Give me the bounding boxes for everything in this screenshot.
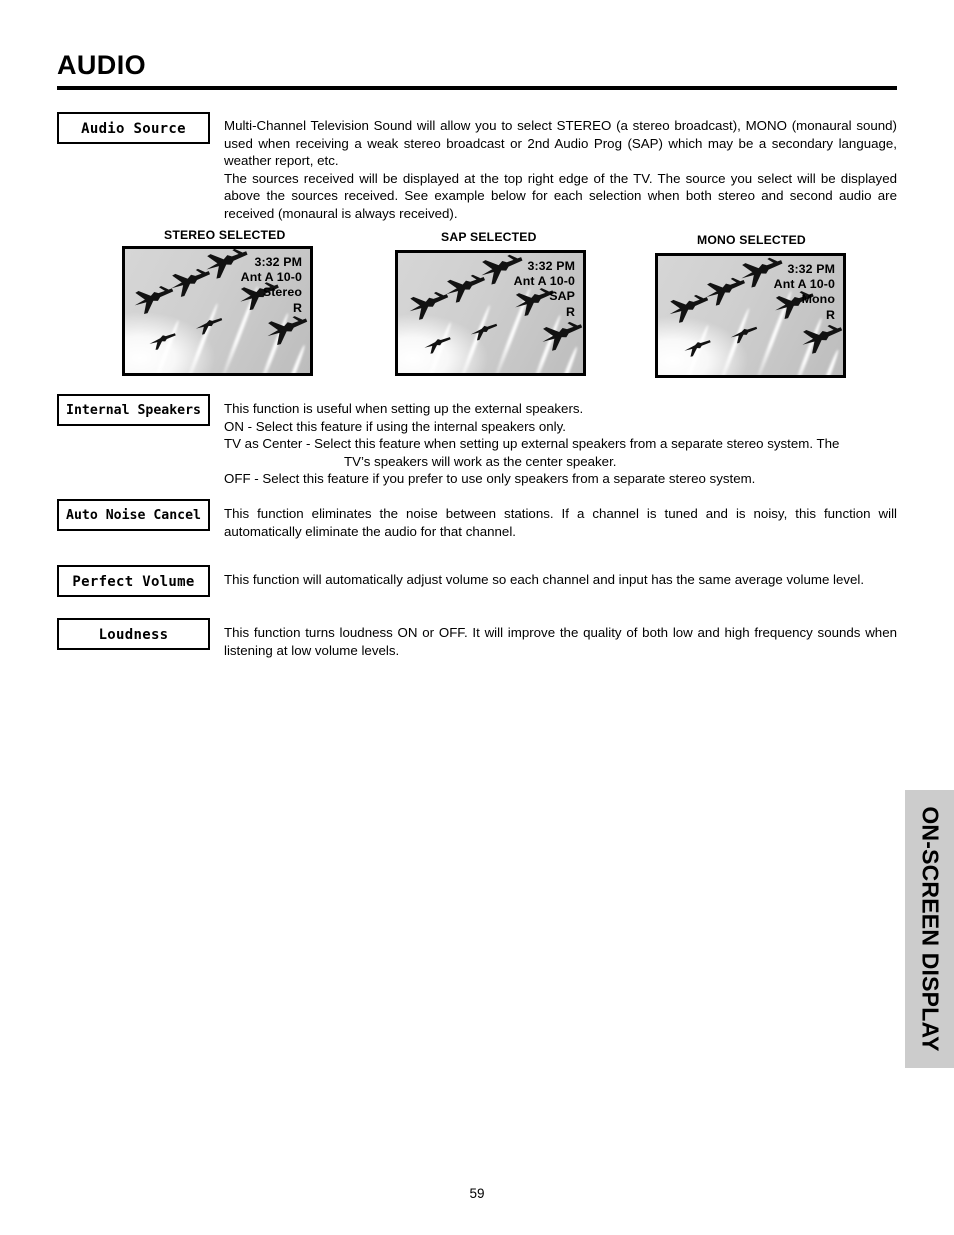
osd-channel: Ant A 10-0 [240,270,302,285]
osd-time: 3:32 PM [787,262,835,276]
title-divider [57,86,897,90]
osd-channel: Ant A 10-0 [513,274,575,289]
section-tab-on-screen-display: ON-SCREEN DISPLAY [905,790,954,1068]
section-body-perfect-volume: This function will automatically adjust … [224,571,897,589]
paragraph: Multi-Channel Television Sound will allo… [224,118,897,169]
section-label-audio-source: Audio Source [57,112,210,144]
osd-overlay-sap: 3:32 PM Ant A 10-0 SAP R [514,259,575,320]
osd-time: 3:32 PM [527,259,575,273]
example-caption-sap: SAP SELECTED [441,230,537,244]
paragraph: This function eliminates the noise betwe… [224,506,897,539]
section-label-loudness: Loudness [57,618,210,650]
paragraph: This function turns loudness ON or OFF. … [224,625,897,658]
osd-audio: R [825,307,835,322]
section-label-internal-speakers: Internal Speakers [57,394,210,426]
paragraph: This function will automatically adjust … [224,572,865,587]
section-body-loudness: This function turns loudness ON or OFF. … [224,624,897,659]
osd-mode: Mono [801,292,835,307]
section-label-perfect-volume: Perfect Volume [57,565,210,597]
paragraph: This function is useful when setting up … [224,401,584,416]
osd-overlay-mono: 3:32 PM Ant A 10-0 Mono R [774,262,835,323]
section-body-internal-speakers: This function is useful when setting up … [224,400,897,488]
section-body-auto-noise-cancel: This function eliminates the noise betwe… [224,505,897,540]
osd-time: 3:32 PM [254,255,302,269]
osd-audio: R [292,300,302,315]
example-caption-stereo: STEREO SELECTED [164,228,286,242]
paragraph: OFF - Select this feature if you prefer … [224,471,756,487]
section-label-auto-noise-cancel: Auto Noise Cancel [57,499,210,531]
section-tab-label: ON-SCREEN DISPLAY [917,806,943,1052]
paragraph: TV as Center - Select this feature when … [224,436,840,452]
tv-preview-stereo: 3:32 PM Ant A 10-0 Stereo R [122,246,313,376]
osd-audio: R [565,304,575,319]
tv-preview-mono: 3:32 PM Ant A 10-0 Mono R [655,253,846,378]
osd-mode: Stereo [262,285,302,300]
paragraph: The sources received will be displayed a… [224,170,897,221]
osd-mode: SAP [549,289,575,304]
page-number: 59 [469,1186,485,1201]
osd-overlay-stereo: 3:32 PM Ant A 10-0 Stereo R [241,255,302,316]
osd-channel: Ant A 10-0 [773,277,835,292]
tv-preview-sap: 3:32 PM Ant A 10-0 SAP R [395,250,586,376]
page-title: AUDIO [57,50,146,80]
section-body-audio-source: Multi-Channel Television Sound will allo… [224,117,897,223]
paragraph: ON - Select this feature if using the in… [224,418,566,434]
example-caption-mono: MONO SELECTED [697,233,806,247]
paragraph: TV’s speakers will work as the center sp… [344,453,617,469]
